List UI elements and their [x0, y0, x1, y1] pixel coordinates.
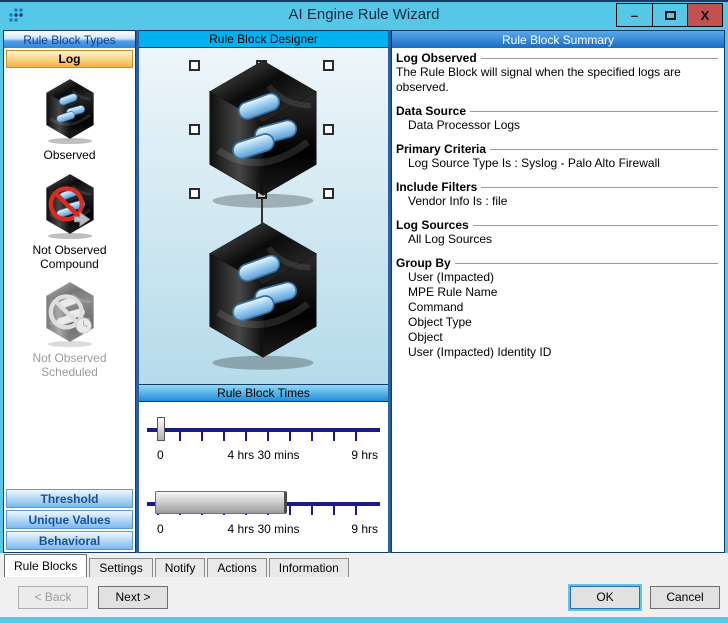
- maximize-icon: [664, 10, 676, 20]
- section-line: Object Type: [408, 315, 472, 329]
- rule-block-summary-panel: Rule Block Summary Log Observed The Rule…: [391, 30, 725, 553]
- slider-ticks: [157, 432, 376, 441]
- slider-range-bar[interactable]: [155, 491, 287, 514]
- type-list: Observed Not Observed Compound Not Obser…: [4, 70, 135, 488]
- wizard-content: Rule Block Types Log Observed Not Observ…: [3, 30, 725, 553]
- tab-rule-blocks[interactable]: Rule Blocks: [4, 554, 88, 577]
- section-line: Vendor Info Is : file: [408, 194, 508, 208]
- cube-logs-icon: [44, 78, 95, 146]
- summary-section-log-observed: Log Observed The Rule Block will signal …: [396, 51, 718, 95]
- section-line: Command: [408, 300, 464, 314]
- summary-section-log-sources: Log Sources All Log Sources: [396, 218, 718, 247]
- section-line: Object: [408, 330, 443, 344]
- section-rule: [470, 111, 718, 112]
- section-line: User (Impacted): [408, 270, 495, 284]
- ok-button[interactable]: OK: [570, 585, 640, 609]
- type-label: Not Observed Compound: [32, 242, 107, 271]
- section-line: Data Processor Logs: [408, 118, 521, 132]
- ai-engine-rule-wizard-window: AI Engine Rule Wizard – X Rule Block Typ…: [0, 0, 728, 623]
- close-button[interactable]: X: [687, 4, 722, 26]
- summary-section-include-filters: Include Filters Vendor Info Is : file: [396, 180, 718, 209]
- tab-settings[interactable]: Settings: [89, 558, 153, 577]
- slider-label-mid: 4 hrs 30 mins: [227, 522, 300, 536]
- time-slider-2: 0 4 hrs 30 mins 9 hrs: [147, 490, 380, 546]
- rule-block-types-header: Rule Block Types: [4, 31, 135, 48]
- section-rule: [480, 58, 718, 59]
- summary-body: Log Observed The Rule Block will signal …: [392, 48, 724, 552]
- close-icon: X: [700, 7, 710, 23]
- title-bar: AI Engine Rule Wizard – X: [0, 2, 728, 28]
- type-label: Not Observed Scheduled: [32, 351, 107, 380]
- type-item-not-observed-scheduled[interactable]: Not Observed Scheduled: [14, 281, 126, 380]
- type-item-observed[interactable]: Observed: [14, 78, 126, 163]
- tab-actions[interactable]: Actions: [207, 558, 267, 577]
- rule-block-summary-header: Rule Block Summary: [392, 31, 724, 48]
- section-rule: [454, 263, 718, 264]
- type-item-not-observed-compound[interactable]: Not Observed Compound: [14, 172, 126, 272]
- next-button[interactable]: Next >: [98, 585, 168, 609]
- time-slider-1: 0 4 hrs 30 mins 9 hrs: [147, 416, 380, 472]
- tab-information[interactable]: Information: [268, 558, 349, 577]
- rule-block-types-panel: Rule Block Types Log Observed Not Observ…: [3, 30, 136, 553]
- rule-block-times-header: Rule Block Times: [139, 385, 388, 402]
- wizard-button-row: < Back Next > OK Cancel: [0, 577, 728, 617]
- section-title: Log Observed: [396, 51, 477, 65]
- minimize-icon: –: [630, 7, 639, 23]
- window-controls: – X: [616, 3, 723, 27]
- rule-block-designer-panel: Rule Block Designer Rule Block Times 0 4…: [139, 30, 388, 553]
- unique-values-category-button[interactable]: Unique Values: [6, 510, 133, 529]
- behavioral-category-button[interactable]: Behavioral: [6, 531, 133, 550]
- back-button[interactable]: < Back: [18, 585, 88, 609]
- rule-block-cube-2[interactable]: [193, 220, 333, 374]
- section-line: Log Source Type Is : Syslog - Palo Alto …: [408, 156, 660, 170]
- slider-label-end: 9 hrs: [351, 522, 378, 536]
- slider-thumb[interactable]: [157, 417, 165, 441]
- threshold-category-button[interactable]: Threshold: [6, 489, 133, 508]
- maximize-button[interactable]: [652, 4, 687, 26]
- section-line: All Log Sources: [408, 232, 493, 246]
- wizard-tab-strip: Rule Blocks Settings Notify Actions Info…: [0, 553, 728, 577]
- tab-notify[interactable]: Notify: [154, 558, 206, 577]
- section-rule: [490, 149, 718, 150]
- section-line: The Rule Block will signal when the spec…: [396, 65, 681, 94]
- slider-label-end: 9 hrs: [351, 448, 378, 462]
- section-line: User (Impacted) Identity ID: [408, 345, 552, 359]
- rule-block-cube-selected[interactable]: [193, 58, 333, 212]
- type-label: Observed: [43, 148, 96, 162]
- section-title: Include Filters: [396, 180, 478, 194]
- section-rule: [472, 225, 718, 226]
- section-line: MPE Rule Name: [408, 285, 498, 299]
- rule-block-times-panel: 0 4 hrs 30 mins 9 hrs 0 4 hrs 30 mins 9 …: [139, 402, 388, 552]
- slider-label-mid: 4 hrs 30 mins: [227, 448, 300, 462]
- section-title: Data Source: [396, 104, 467, 118]
- designer-canvas[interactable]: [139, 48, 388, 385]
- section-rule: [481, 187, 718, 188]
- minimize-button[interactable]: –: [617, 4, 652, 26]
- cancel-button[interactable]: Cancel: [650, 585, 720, 609]
- rule-block-designer-header: Rule Block Designer: [139, 31, 388, 48]
- summary-section-data-source: Data Source Data Processor Logs: [396, 104, 718, 133]
- summary-section-group-by: Group By User (Impacted) MPE Rule Name C…: [396, 256, 718, 360]
- section-title: Group By: [396, 256, 451, 270]
- cube-scheduled-icon: [44, 281, 95, 350]
- section-title: Primary Criteria: [396, 142, 487, 156]
- cube-not-observed-icon: [44, 172, 95, 241]
- section-title: Log Sources: [396, 218, 469, 232]
- log-type-button[interactable]: Log: [6, 50, 133, 68]
- summary-section-primary-criteria: Primary Criteria Log Source Type Is : Sy…: [396, 142, 718, 171]
